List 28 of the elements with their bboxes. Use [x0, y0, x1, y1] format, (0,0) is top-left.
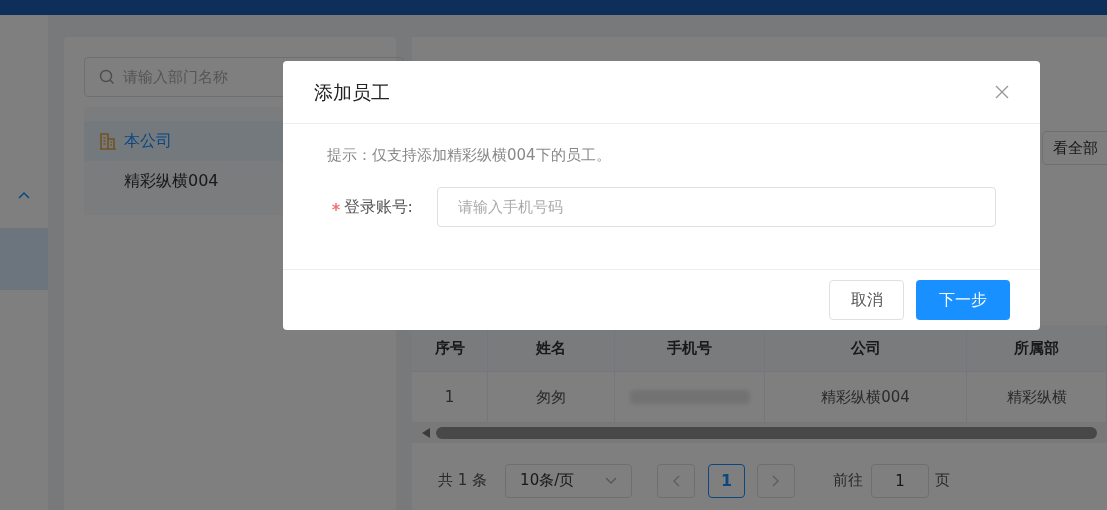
- page-button[interactable]: 1: [708, 463, 746, 498]
- table-cell-text: 精彩纵横: [1006, 387, 1067, 409]
- close-icon[interactable]: [995, 85, 1009, 99]
- goto-page-field[interactable]: 1: [871, 463, 930, 498]
- horizontal-scrollbar[interactable]: [412, 423, 1107, 444]
- phone-number-field[interactable]: 请输入手机号码: [437, 186, 996, 227]
- scroll-left-icon[interactable]: [422, 428, 430, 439]
- total-count: 共 1 条: [438, 470, 488, 492]
- view-all-button[interactable]: 看全部: [1042, 131, 1107, 166]
- previous-page-button[interactable]: [657, 463, 696, 498]
- next-page-button[interactable]: [757, 463, 796, 498]
- page-size-select[interactable]: 10条/页: [505, 463, 633, 498]
- goto-label: 前往: [833, 470, 864, 492]
- field-label: 登录账号:: [343, 195, 413, 218]
- next-step-button[interactable]: 下一步: [916, 280, 1010, 320]
- tree-node-label: 本公司: [124, 130, 172, 152]
- chevron-up-icon[interactable]: [18, 191, 30, 199]
- cancel-button[interactable]: 取消: [829, 280, 904, 320]
- table-cell-text: 精彩纵横004: [821, 387, 910, 409]
- tree-node-label: 精彩纵横004: [124, 170, 219, 192]
- page-suffix: 页: [935, 470, 951, 492]
- chevron-right-icon: [772, 474, 781, 487]
- search-icon: [99, 69, 115, 85]
- chevron-down-icon: [605, 476, 618, 485]
- table-cell-text: 匆匆: [536, 387, 566, 409]
- chevron-left-icon: [672, 474, 681, 487]
- table-cell-text: 1: [444, 387, 455, 409]
- building-icon: [98, 131, 118, 151]
